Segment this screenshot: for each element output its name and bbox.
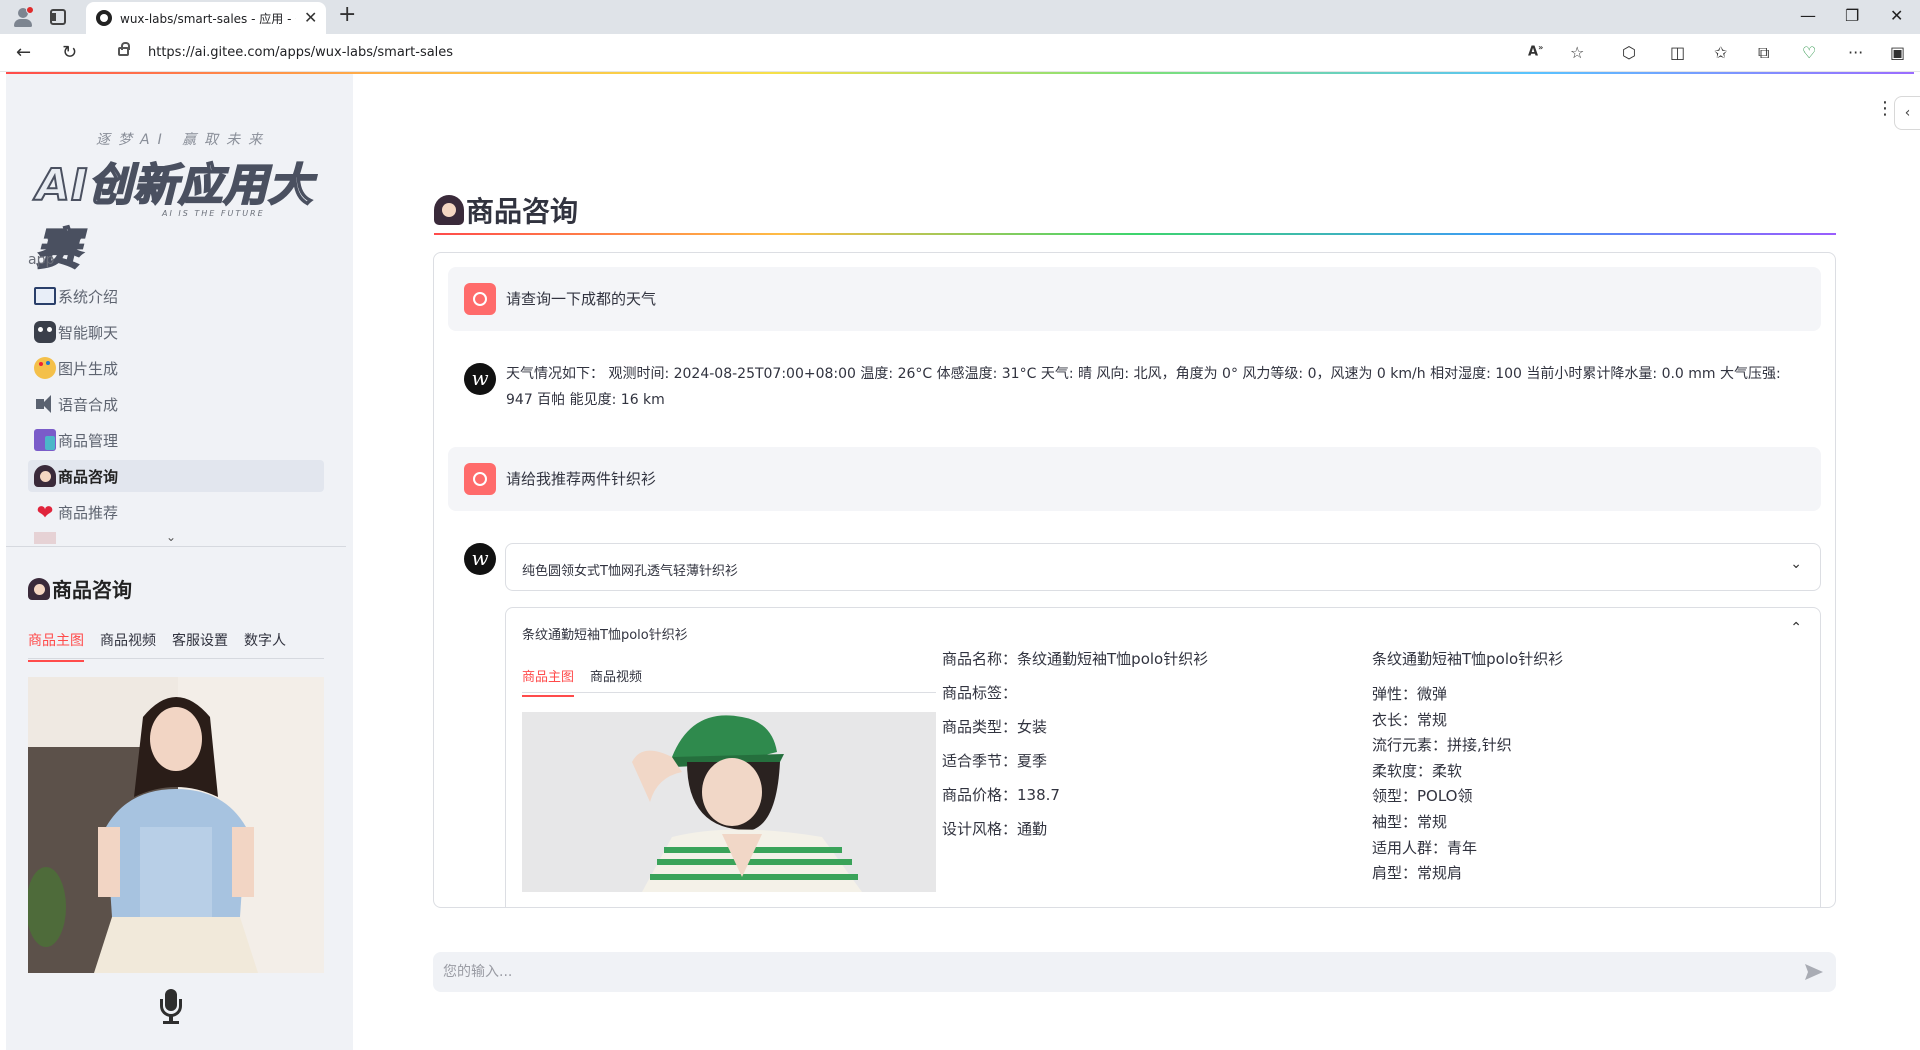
contest-logo: 逐梦AI 赢取未来 AI创新应用大赛 AI IS THE FUTURE <box>35 132 314 276</box>
attribute-item: 肩型：常规肩 <box>1372 864 1463 883</box>
attribute-item: 弹性：微弹 <box>1372 685 1448 703</box>
address-bar: ← ↻ https://ai.gitee.com/apps/wux-labs/s… <box>0 34 1920 72</box>
palette-icon <box>34 357 56 379</box>
sidebar-item-intro[interactable]: 系统介绍 <box>28 280 324 312</box>
book-icon <box>34 287 56 305</box>
site-favicon-icon <box>96 10 112 26</box>
send-icon[interactable] <box>1804 962 1824 982</box>
minimize-icon[interactable]: — <box>1800 6 1816 25</box>
tab-title: wux-labs/smart-sales - 应用 - Gitee <box>120 12 296 26</box>
favorites-icon[interactable]: ✩ <box>1714 43 1727 62</box>
browser-tab-bar: wux-labs/smart-sales - 应用 - Gitee ✕ + — … <box>0 0 1920 34</box>
tabs-underline <box>28 658 324 659</box>
field-product-name: 商品名称：条纹通勤短袖T恤polo针织衫 <box>942 650 1209 668</box>
user-avatar-icon <box>464 283 496 315</box>
product-title-right: 条纹通勤短袖T恤polo针织衫 <box>1372 650 1564 668</box>
more-menu-icon[interactable]: ··· <box>1848 43 1863 62</box>
browser-tab[interactable]: wux-labs/smart-sales - 应用 - Gitee ✕ <box>86 2 326 34</box>
speaker-icon <box>34 393 56 415</box>
woman-raising-hand-icon <box>34 465 56 487</box>
split-screen-icon[interactable]: ◫ <box>1670 43 1685 62</box>
chat-input[interactable] <box>443 960 1743 984</box>
lock-icon[interactable] <box>118 42 130 56</box>
heart-icon: ❤ <box>36 500 54 524</box>
microphone-icon[interactable] <box>158 989 184 1025</box>
product-image <box>522 712 936 892</box>
chevron-down-icon[interactable]: ⌄ <box>1790 556 1802 572</box>
sidebar-item-tts[interactable]: 语音合成 <box>28 388 324 420</box>
nav-section-label: app <box>28 252 55 268</box>
kebab-menu-icon[interactable]: ⋮ <box>1876 98 1894 119</box>
page-title: 商品咨询 <box>434 190 578 230</box>
assistant-avatar-icon: w <box>464 363 496 395</box>
sidebar-toggle-icon[interactable]: ▣ <box>1890 43 1905 62</box>
close-window-icon[interactable]: ✕ <box>1890 6 1903 25</box>
sidebar-item-consult[interactable]: 商品咨询 <box>28 460 324 492</box>
title-divider <box>434 233 1836 235</box>
field-product-type: 商品类型：女装 <box>942 718 1048 736</box>
field-style: 设计风格：通勤 <box>942 820 1048 838</box>
chat-message-user: 请查询一下成都的天气 <box>448 267 1821 331</box>
chat-message-user: 请给我推荐两件针织衫 <box>448 447 1821 511</box>
attribute-item: 流行元素：拼接,针织 <box>1372 736 1512 755</box>
read-aloud-icon[interactable]: A» <box>1528 43 1543 59</box>
field-product-tags: 商品标签： <box>942 684 1018 702</box>
product-expander-expanded[interactable]: 条纹通勤短袖T恤polo针织衫 ⌃ 商品主图 商品视频 商品名称：条纹通勤短袖T… <box>505 607 1821 907</box>
url-field[interactable]: https://ai.gitee.com/apps/wux-labs/smart… <box>148 45 453 60</box>
restore-icon[interactable]: ❐ <box>1845 6 1859 25</box>
sidebar-panel-title: 商品咨询 <box>28 574 132 603</box>
attribute-item: 柔软度：柔软 <box>1372 761 1463 780</box>
attribute-item: 适用人群：青年 <box>1372 838 1478 857</box>
attribute-item: 袖型：常规 <box>1372 812 1448 831</box>
attribute-list: 弹性：微弹 衣长：常规 流行元素：拼接,针织 柔软度：柔软 领型：POLO领 袖… <box>1372 682 1512 887</box>
extensions-icon[interactable]: ⬡ <box>1622 43 1636 62</box>
chat-message-assistant: 天气情况如下： 观测时间: 2024-08-25T07:00+08:00 温度:… <box>506 366 1781 408</box>
favorite-star-icon[interactable]: ☆ <box>1570 43 1584 62</box>
chevron-down-icon[interactable]: ⌄ <box>166 530 176 544</box>
woman-raising-hand-icon <box>28 577 50 600</box>
new-tab-icon[interactable]: + <box>338 2 356 27</box>
field-price: 商品价格：138.7 <box>942 786 1060 804</box>
collections-icon[interactable]: ⧉ <box>1758 43 1769 63</box>
tabs-underline <box>522 692 936 693</box>
profile-icon[interactable] <box>12 6 34 28</box>
back-icon[interactable]: ← <box>16 42 31 63</box>
sidebar-nav: 系统介绍 智能聊天 图片生成 语音合成 商品管理 商品咨询 ❤ 商品推荐 <box>28 280 324 548</box>
product-expander-collapsed[interactable]: 纯色圆领女式T恤网孔透气轻薄针织衫 ⌄ <box>505 543 1821 591</box>
sidebar: 逐梦AI 赢取未来 AI创新应用大赛 AI IS THE FUTURE app … <box>6 74 353 1050</box>
chevron-up-icon[interactable]: ⌃ <box>1790 620 1802 636</box>
shopping-bags-icon <box>34 429 56 451</box>
attribute-item: 衣长：常规 <box>1372 710 1448 729</box>
sidebar-item-recommend[interactable]: ❤ 商品推荐 <box>28 496 324 528</box>
sidebar-item-chat[interactable]: 智能聊天 <box>28 316 324 348</box>
chat-input-bar <box>433 952 1836 992</box>
browser-essentials-icon[interactable]: ♡ <box>1802 43 1816 62</box>
user-avatar-icon <box>464 463 496 495</box>
sidebar-item-products[interactable]: 商品管理 <box>28 424 324 456</box>
product-main-image <box>28 677 324 973</box>
collapse-sidebar-icon[interactable]: ‹ <box>1894 96 1920 130</box>
sidebar-item-image-gen[interactable]: 图片生成 <box>28 352 324 384</box>
sidebar-divider <box>6 546 346 547</box>
woman-raising-hand-icon <box>434 195 464 225</box>
robot-icon <box>34 321 56 343</box>
chat-container[interactable]: 请查询一下成都的天气 w 天气情况如下： 观测时间: 2024-08-25T07… <box>433 252 1836 908</box>
attribute-item: 领型：POLO领 <box>1372 787 1473 806</box>
field-season: 适合季节：夏季 <box>942 752 1048 770</box>
tab-actions-icon[interactable] <box>50 9 66 25</box>
refresh-icon[interactable]: ↻ <box>62 42 77 63</box>
assistant-avatar-icon: w <box>464 543 496 575</box>
tab-close-icon[interactable]: ✕ <box>304 8 317 27</box>
